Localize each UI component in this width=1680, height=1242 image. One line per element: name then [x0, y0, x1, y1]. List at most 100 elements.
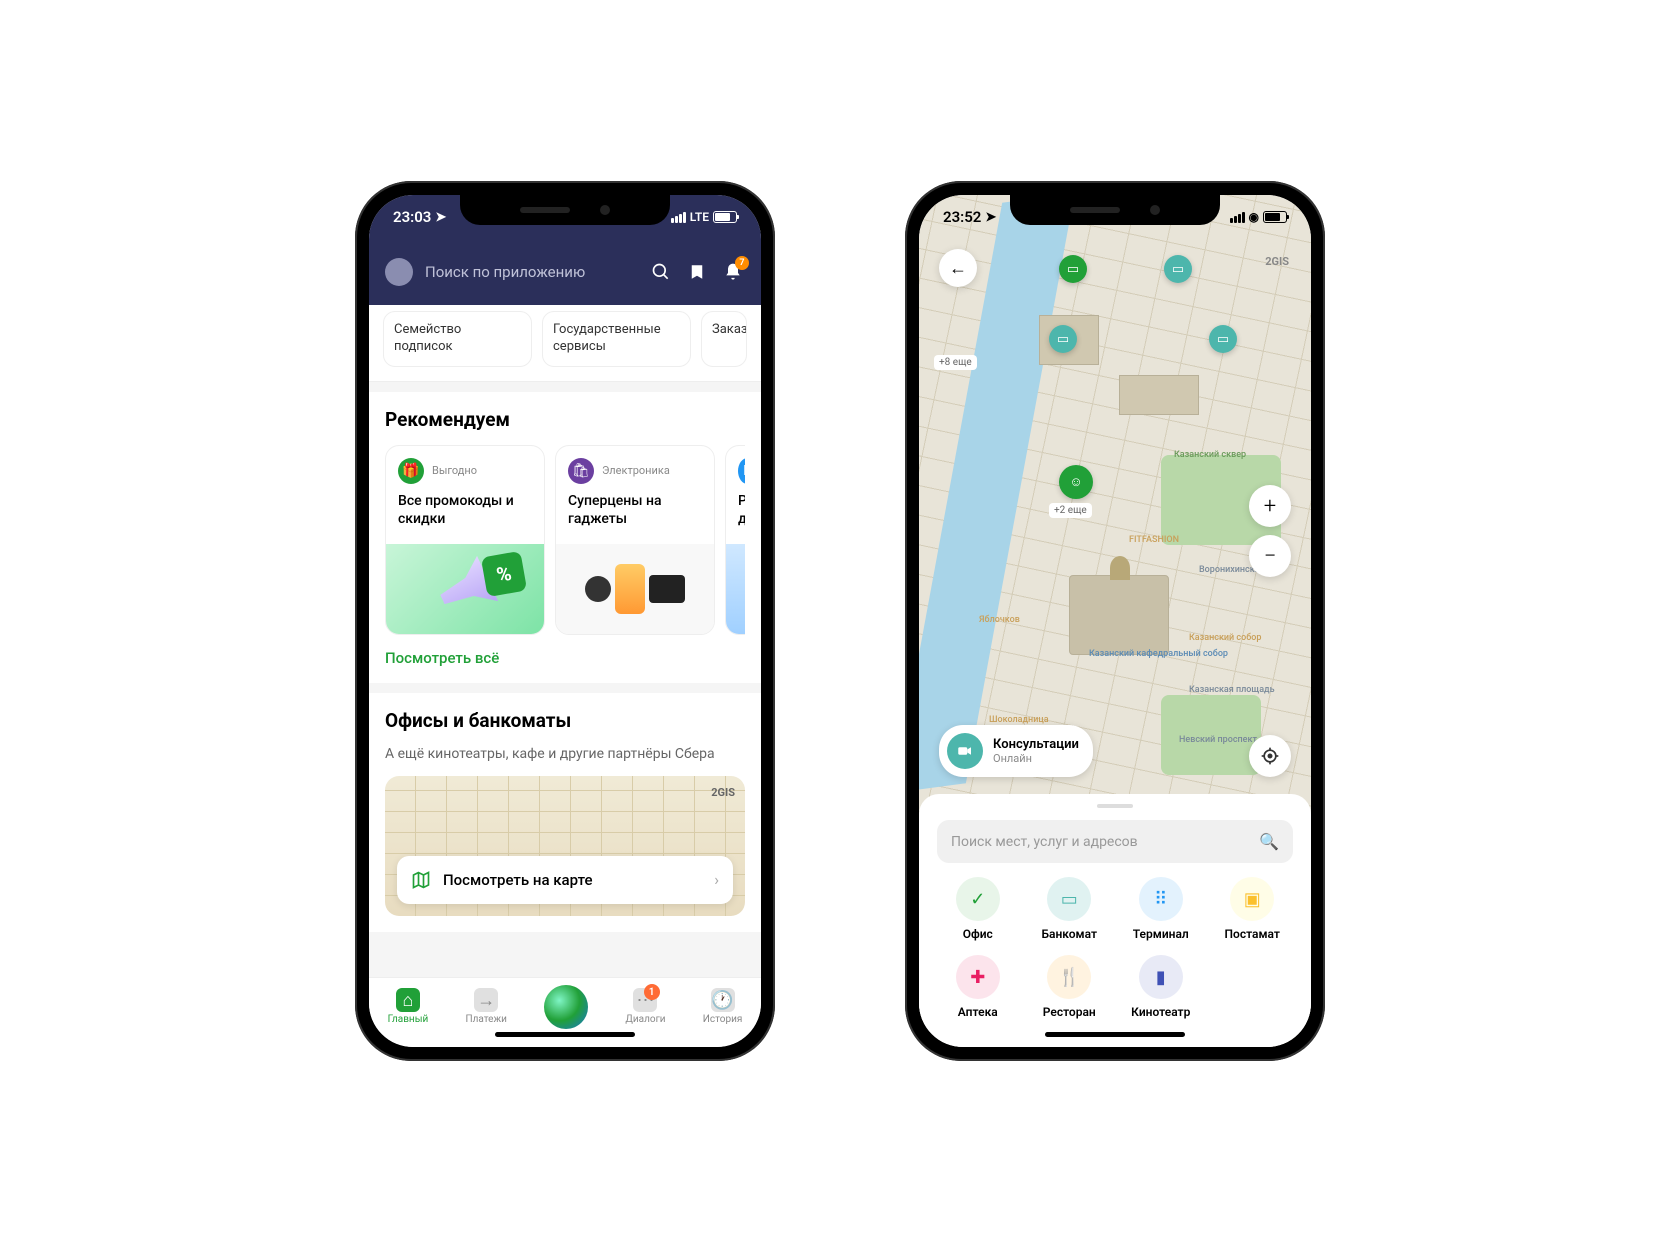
back-button[interactable]: ←: [939, 249, 977, 287]
pin-more-label[interactable]: +2 еще: [1049, 503, 1092, 518]
recommend-card[interactable]: PР Работа домом: [725, 445, 745, 635]
search-icon[interactable]: [649, 260, 673, 284]
avatar[interactable]: [385, 258, 413, 286]
shortcut-card[interactable]: Заказа: [701, 311, 747, 367]
recommend-row: 🎁Выгодно Все промокоды и скидки 🛍Электро…: [385, 445, 745, 635]
building-shape: [1119, 375, 1199, 415]
shortcut-row: Семействоподписок Государственныесервисы…: [369, 305, 761, 382]
status-time: 23:03➤: [393, 208, 446, 226]
phone-left: 23:03➤ LTE Поиск по приложению 7 Семейст…: [355, 181, 775, 1061]
cat-cinema[interactable]: ▮Кинотеатр: [1120, 955, 1202, 1019]
map-poi-label: Казанская площадь: [1189, 685, 1275, 695]
map-pin[interactable]: ▭: [1209, 325, 1237, 353]
map-poi-label: Казанский сквер: [1174, 450, 1246, 460]
bookmark-icon[interactable]: [685, 260, 709, 284]
map-pin[interactable]: ▭: [1049, 325, 1077, 353]
status-time: 23:52➤: [943, 208, 996, 226]
cathedral-shape: [1069, 575, 1169, 655]
map-poi-label: Яблочков: [979, 615, 1020, 625]
wifi-icon: ◉: [1249, 210, 1259, 224]
section-subtitle: А ещё кинотеатры, кафе и другие партнёры…: [385, 746, 745, 762]
gadget-image: [556, 544, 714, 634]
search-icon: 🔍: [1259, 832, 1279, 851]
video-icon: [947, 733, 983, 769]
payments-icon: →: [474, 988, 498, 1012]
check-icon: ✓: [956, 877, 1000, 921]
atm-icon: ▭: [1047, 877, 1091, 921]
consult-chip[interactable]: КонсультацииОнлайн: [939, 725, 1093, 777]
cat-office[interactable]: ✓Офис: [937, 877, 1019, 941]
history-icon: 🕐: [711, 988, 735, 1012]
search-field[interactable]: Поиск по приложению: [425, 263, 637, 281]
zoom-in-button[interactable]: +: [1249, 485, 1291, 527]
map-preview[interactable]: 2GIS Посмотреть на карте ›: [385, 776, 745, 916]
bell-icon[interactable]: 7: [721, 260, 745, 284]
map-pin[interactable]: ▭: [1059, 255, 1087, 283]
notch: [460, 195, 670, 225]
p-icon: P: [738, 458, 745, 484]
tab-payments[interactable]: →Платежи: [465, 988, 506, 1025]
tab-home[interactable]: ⌂Главный: [388, 988, 429, 1025]
gis-logo: 2GIS: [711, 786, 735, 799]
map-icon: [411, 870, 431, 890]
recommend-card[interactable]: 🛍Электроника Суперцены на гаджеты: [555, 445, 715, 635]
section-title: Офисы и банкоматы: [385, 709, 745, 732]
pharmacy-icon: ✚: [956, 955, 1000, 999]
map-pin-smile[interactable]: ☺: [1059, 465, 1093, 499]
map-poi-label: Казанский кафедральный собор: [1089, 649, 1228, 659]
bag-icon: 🛍: [568, 458, 594, 484]
shortcut-card[interactable]: Государственныесервисы: [542, 311, 691, 367]
dialog-badge: 1: [644, 984, 660, 1000]
screen-right: ▭ ▭ ▭ ▭ ☺ +8 еще +2 еще Казанский кафедр…: [919, 195, 1311, 1047]
locate-button[interactable]: [1249, 735, 1291, 777]
offices-section: Офисы и банкоматы А ещё кинотеатры, кафе…: [369, 693, 761, 932]
search-input[interactable]: Поиск мест, услуг и адресов🔍: [937, 820, 1293, 863]
house-image: [726, 544, 745, 634]
notch: [1010, 195, 1220, 225]
signal-icon: [1230, 212, 1245, 223]
map-poi-label: FITFASHION: [1129, 535, 1179, 545]
category-grid: ✚Аптека 🍴Ресторан ▮Кинотеатр: [937, 955, 1293, 1019]
locker-icon: ▣: [1230, 877, 1274, 921]
cat-pharmacy[interactable]: ✚Аптека: [937, 955, 1019, 1019]
map-poi-label: Казанский собор: [1189, 633, 1261, 643]
cat-locker[interactable]: ▣Постамат: [1212, 877, 1294, 941]
gis-logo: 2GIS: [1265, 255, 1289, 268]
main-content: Семействоподписок Государственныесервисы…: [369, 305, 761, 977]
location-arrow-icon: ➤: [985, 210, 996, 225]
phone-right: ▭ ▭ ▭ ▭ ☺ +8 еще +2 еще Казанский кафедр…: [905, 181, 1325, 1061]
chevron-right-icon: ›: [714, 870, 719, 889]
sheet-handle[interactable]: [1097, 804, 1133, 808]
gift-icon: 🎁: [398, 458, 424, 484]
tab-dialogs[interactable]: ⋯1Диалоги: [625, 988, 665, 1025]
map-pin[interactable]: ▭: [1164, 255, 1192, 283]
megaphone-icon: [432, 556, 498, 622]
river-shape: [919, 195, 1075, 793]
network-label: LTE: [690, 210, 709, 224]
cat-restaurant[interactable]: 🍴Ресторан: [1029, 955, 1111, 1019]
restaurant-icon: 🍴: [1047, 955, 1091, 999]
see-all-link[interactable]: Посмотреть всё: [385, 649, 745, 667]
tab-history[interactable]: 🕐История: [703, 988, 743, 1025]
recommend-section: Рекомендуем 🎁Выгодно Все промокоды и ски…: [369, 392, 761, 683]
recommend-card[interactable]: 🎁Выгодно Все промокоды и скидки: [385, 445, 545, 635]
battery-icon: [1263, 211, 1287, 223]
home-icon: ⌂: [396, 988, 420, 1012]
view-on-map-button[interactable]: Посмотреть на карте ›: [397, 856, 733, 904]
zoom-out-button[interactable]: −: [1249, 535, 1291, 577]
map-poi-label: Шоколадница: [989, 715, 1049, 725]
status-indicators: LTE: [671, 210, 737, 224]
cat-atm[interactable]: ▭Банкомат: [1029, 877, 1111, 941]
tab-assistant[interactable]: [544, 985, 588, 1029]
pin-more-label[interactable]: +8 еще: [934, 355, 977, 370]
shortcut-card[interactable]: Семействоподписок: [383, 311, 532, 367]
tab-bar: ⌂Главный →Платежи ⋯1Диалоги 🕐История: [369, 977, 761, 1047]
section-title: Рекомендуем: [385, 408, 745, 431]
location-arrow-icon: ➤: [435, 210, 446, 225]
cinema-icon: ▮: [1139, 955, 1183, 999]
promo-image: [386, 544, 544, 634]
battery-icon: [713, 211, 737, 223]
bottom-sheet: Поиск мест, услуг и адресов🔍 ✓Офис ▭Банк…: [919, 794, 1311, 1047]
cat-terminal[interactable]: ⠿Терминал: [1120, 877, 1202, 941]
signal-icon: [671, 212, 686, 223]
